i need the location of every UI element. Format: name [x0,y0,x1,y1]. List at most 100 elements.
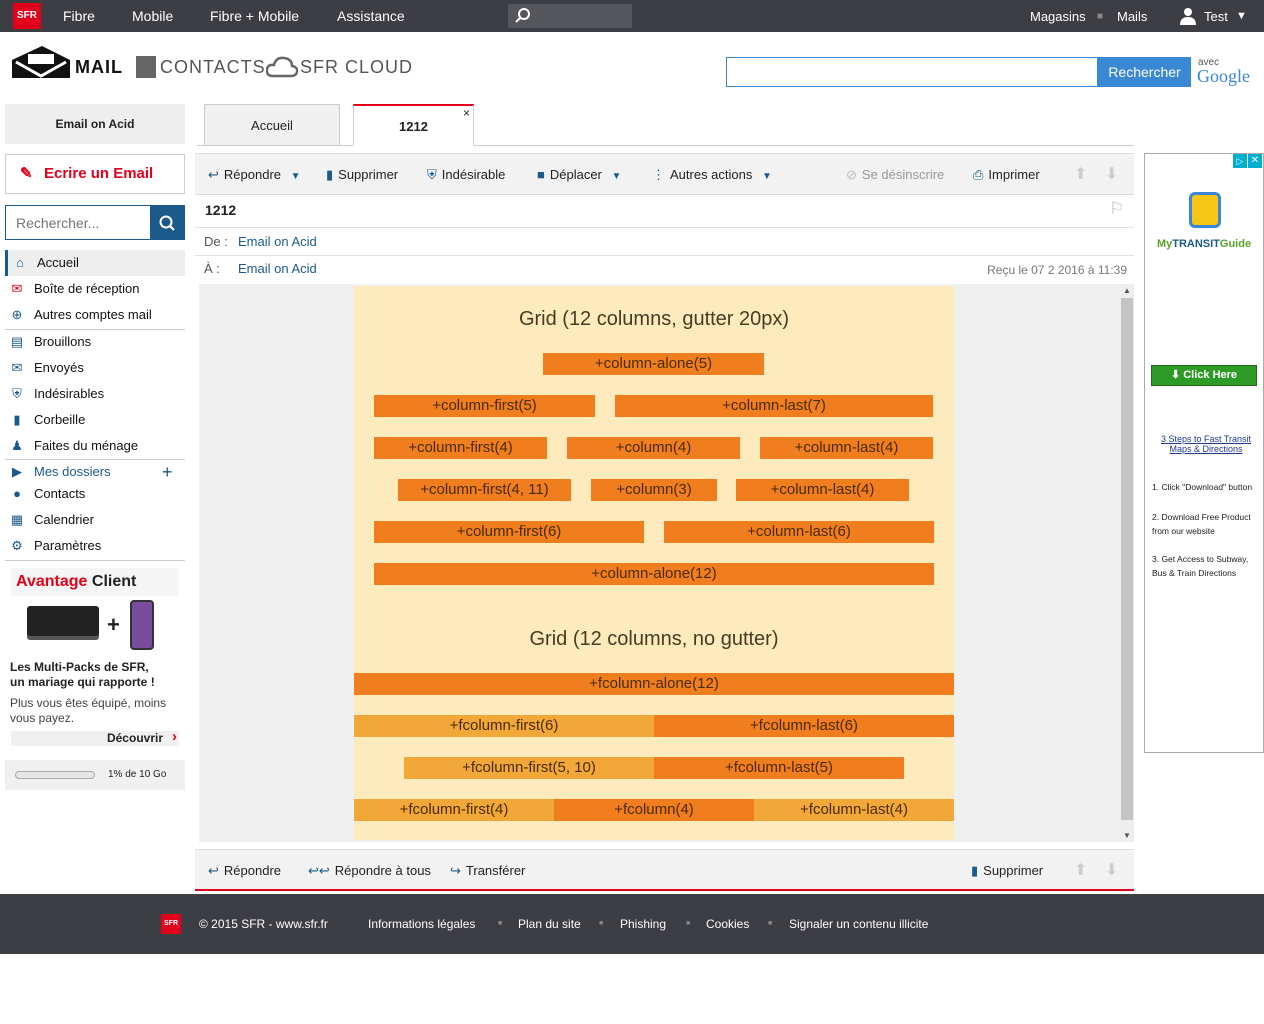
grid-cell: +column-last(4) [760,437,933,459]
sidebar-item-drafts[interactable]: ▤ Brouillons [5,329,185,355]
chevron-down-icon: ▼ [1236,10,1247,22]
user-name: Test [1204,9,1228,24]
print-button[interactable]: ⎙ Imprimer [973,154,1040,196]
sfr-logo[interactable]: SFR [13,3,41,29]
home-icon: ⌂ [16,255,24,270]
grid-cell: +column-last(4) [736,479,909,501]
sidebar-item-sent[interactable]: ✉ Envoyés [5,355,185,381]
user-icon [1180,8,1196,25]
previous-message-icon[interactable]: ⬆ [1074,850,1087,892]
ad-close-icon[interactable]: ✕ [1248,154,1262,168]
forward-button[interactable]: ↪ Transférer [450,850,525,892]
sidebar-search-button[interactable] [150,206,184,239]
footer-link-phishing[interactable]: Phishing [620,894,666,954]
trash-icon: ▮ [13,412,21,427]
from-address[interactable]: Email on Acid [238,234,317,249]
ad-step-3: 3. Get Access to Subway, Bus & Train Dir… [1152,554,1249,578]
more-vertical-icon: ⋮ [652,167,665,182]
compose-label: Ecrire un Email [44,165,154,182]
mail-section-link[interactable]: MAIL [75,57,123,78]
footer-link-cookies[interactable]: Cookies [706,894,749,954]
mails-link[interactable]: Mails [1117,0,1147,32]
separator-dot: ■ [768,920,773,927]
google-search-button[interactable]: Rechercher [1098,57,1191,87]
promo-headline-1: Les Multi-Packs de SFR, [10,660,149,674]
flag-icon[interactable]: ⚐ [1109,199,1124,219]
tab-accueil[interactable]: Accueil [204,104,340,146]
to-address[interactable]: Email on Acid [238,261,317,276]
footer-link-sitemap[interactable]: Plan du site [518,894,581,954]
reply-button[interactable]: ↩ Répondre [208,850,281,892]
unsubscribe-icon: ⊘ [846,167,857,182]
contacts-section-link[interactable]: CONTACTS [160,57,266,78]
sidebar-search[interactable] [5,205,185,240]
delete-button[interactable]: ▮ Supprimer [971,850,1043,892]
nav-mobile[interactable]: Mobile [132,0,173,32]
reply-all-button[interactable]: ↩↩ Répondre à tous [308,850,431,892]
user-menu[interactable]: Test ▼ [1178,0,1250,32]
inbox-icon: ✉ [11,281,23,296]
google-search-input[interactable] [726,57,1098,87]
scroll-up-icon[interactable]: ▲ [1123,286,1131,295]
more-actions-button[interactable]: ⋮ Autres actions ▼ [652,154,772,196]
pencil-icon: ✎ [20,165,33,182]
cloud-section-link[interactable]: SFR CLOUD [300,57,413,78]
footer-link-legal[interactable]: Informations légales [368,894,475,954]
message-scrollbar[interactable]: ▲ ▼ [1120,284,1134,842]
sidebar-item-accueil[interactable]: ⌂ Accueil [5,250,185,276]
storage-label: 1% de 10 Go [108,769,167,780]
folder-arrow-icon: ▶ [12,464,22,479]
reply-button[interactable]: ↩ Répondre ▼ [208,154,301,196]
sidebar-item-trash[interactable]: ▮ Corbeille [5,407,185,433]
shield-icon: ⛨ [12,386,22,401]
sidebar-item-contacts[interactable]: ● Contacts [5,481,185,507]
footer-sfr-logo[interactable]: SFR [161,914,181,934]
draft-icon: ▤ [10,334,24,349]
promo-body-2: vous payez. [10,711,75,725]
scrollbar-thumb[interactable] [1121,298,1133,820]
stores-link[interactable]: Magasins [1030,0,1086,32]
spam-button[interactable]: ⛨ Indésirable [427,154,505,196]
close-tab-icon[interactable]: × [463,92,470,134]
unsubscribe-button[interactable]: ⊘ Se désinscrire [846,154,944,196]
footer-link-report[interactable]: Signaler un contenu illicite [789,894,928,954]
contacts-icon: ● [13,486,21,501]
top-search-input[interactable] [508,4,632,28]
grid-cell: +fcolumn(4) [554,799,754,821]
ad-steps-title[interactable]: 3 Steps to Fast Transit Maps & Direction… [1153,434,1259,454]
scroll-down-icon[interactable]: ▼ [1123,831,1131,840]
reply-icon: ↩ [208,863,219,878]
grid-cell: +column(3) [591,479,717,501]
footer-copyright: © 2015 SFR - www.sfr.fr [199,917,328,931]
promo-discover-link[interactable]: Découvrir › [11,728,179,746]
next-message-icon[interactable]: ⬇ [1105,154,1118,196]
move-button[interactable]: ■ Déplacer ▼ [537,154,621,196]
ad-click-here-button[interactable]: ⬇ Click Here [1151,365,1257,386]
nav-assistance[interactable]: Assistance [337,0,405,32]
delete-button[interactable]: ▮ Supprimer [326,154,398,196]
broom-icon: ♟ [11,438,23,453]
tab-message-1212[interactable]: 1212 × [353,104,474,146]
shield-icon: ⛨ [427,167,437,182]
nav-fibre-mobile[interactable]: Fibre + Mobile [210,0,299,32]
advertisement-banner[interactable]: ▷ ✕ MyTRANSITGuide ⬇ Click Here 3 Steps … [1144,153,1264,753]
grid-cell: +fcolumn-first(6) [354,715,654,737]
nav-fibre[interactable]: Fibre [63,0,95,32]
separator-dot: ■ [599,920,604,927]
top-navigation-bar: SFR Fibre Mobile Fibre + Mobile Assistan… [0,0,1264,32]
compose-button[interactable]: ✎ Ecrire un Email [5,154,185,194]
ad-choices-icon[interactable]: ▷ [1233,154,1247,168]
sidebar-item-cleanup[interactable]: ♟ Faites du ménage [5,433,185,459]
sidebar-item-calendar[interactable]: ▦ Calendrier [5,507,185,533]
next-message-icon[interactable]: ⬇ [1105,850,1118,892]
sidebar-item-other-accounts[interactable]: ⊕ Autres comptes mail [5,302,185,328]
storage-bar [15,771,95,779]
sidebar-item-spam[interactable]: ⛨ Indésirables [5,381,185,407]
sidebar-item-settings[interactable]: ⚙ Paramètres [5,533,185,559]
grid-cell: +column-alone(12) [374,563,934,585]
chevron-right-icon: › [172,728,177,745]
message-from-row: De : Email on Acid [195,229,1134,256]
sidebar-item-inbox[interactable]: ✉ Boîte de réception [5,276,185,302]
sidebar-search-input[interactable] [6,206,150,239]
previous-message-icon[interactable]: ⬆ [1074,154,1087,196]
